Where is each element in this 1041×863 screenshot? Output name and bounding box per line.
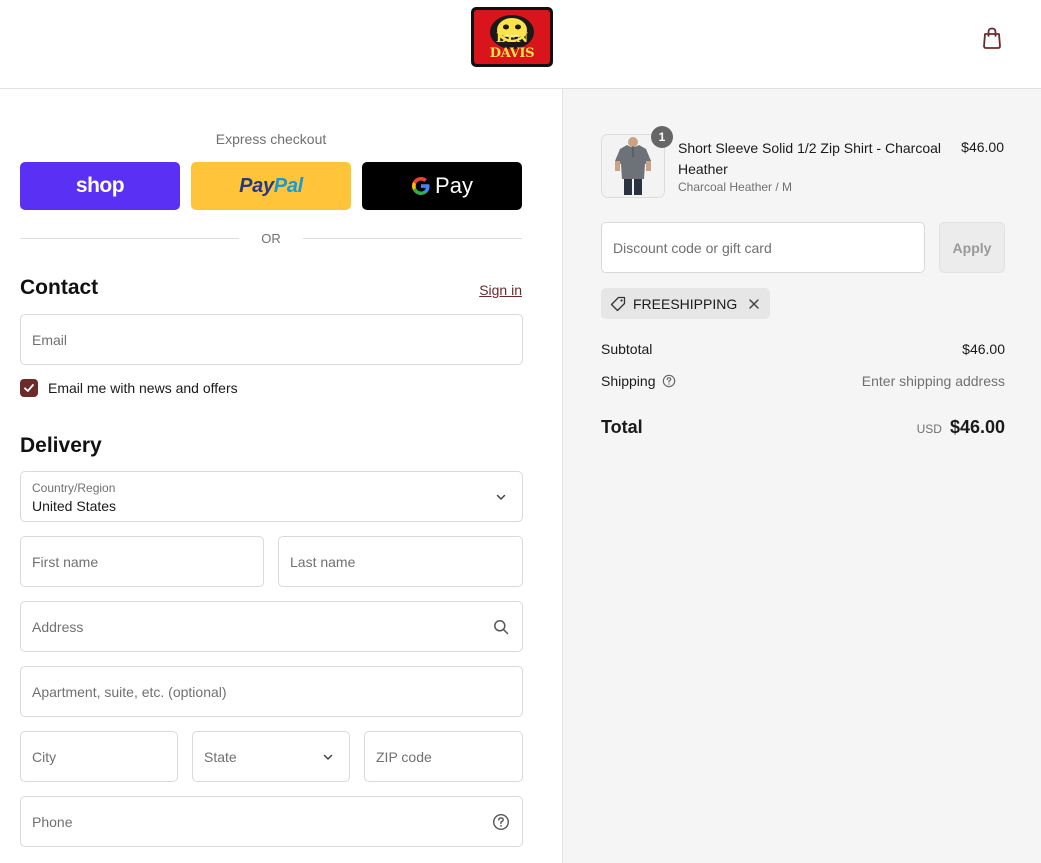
address-input[interactable] (32, 618, 511, 635)
state-select[interactable]: State (192, 731, 350, 782)
phone-input[interactable] (32, 813, 511, 830)
paypal-button[interactable]: PayPal (191, 162, 351, 210)
country-label: Country/Region (32, 481, 116, 495)
state-label: State (204, 748, 237, 765)
sign-in-link[interactable]: Sign in (479, 282, 522, 298)
total-value: $46.00 (949, 417, 1005, 437)
email-field[interactable] (20, 314, 523, 365)
subtotal-row: Subtotal $46.00 (601, 341, 1005, 357)
google-pay-button[interactable]: Pay (362, 162, 522, 210)
contact-heading: Contact (20, 276, 99, 299)
product-image: 1 (601, 126, 673, 198)
shopping-bag-icon[interactable] (981, 26, 1003, 50)
total-label: Total (601, 417, 643, 437)
zip-input[interactable] (376, 748, 511, 765)
currency-code: USD (916, 422, 942, 436)
checkmark-icon (24, 384, 34, 392)
shop-pay-button[interactable]: shop (20, 162, 180, 210)
newsletter-checkbox[interactable] (20, 379, 38, 397)
logo-badge: BEN DAVIS (474, 10, 550, 64)
product-name: Short Sleeve Solid 1/2 Zip Shirt - Charc… (678, 140, 942, 177)
subtotal-label: Subtotal (601, 341, 653, 357)
delivery-heading: Delivery (20, 434, 102, 457)
zip-field[interactable] (364, 731, 523, 782)
close-icon[interactable] (748, 298, 760, 310)
or-label: OR (261, 230, 281, 246)
or-divider: OR (20, 228, 522, 248)
search-icon[interactable] (492, 618, 510, 636)
help-circle-icon[interactable] (492, 813, 510, 831)
checkout-header: BEN DAVIS (0, 0, 1041, 89)
newsletter-checkbox-row[interactable]: Email me with news and offers (20, 379, 238, 397)
first-name-field[interactable] (20, 536, 264, 587)
applied-discount-code: FREESHIPPING (633, 295, 738, 312)
order-summary-column: 1 Short Sleeve Solid 1/2 Zip Shirt - Cha… (562, 89, 1041, 863)
product-price: $46.00 (961, 139, 1004, 155)
shipping-label: Shipping (601, 373, 656, 389)
ben-davis-logo[interactable]: BEN DAVIS (471, 7, 553, 67)
apartment-input[interactable] (32, 683, 511, 700)
logo-text: BEN DAVIS (489, 31, 535, 61)
tag-icon (610, 296, 626, 311)
last-name-field[interactable] (278, 536, 523, 587)
google-g-icon (412, 177, 430, 195)
shipping-value: Enter shipping address (861, 373, 1005, 389)
help-circle-icon[interactable] (662, 374, 676, 388)
shipping-row: Shipping Enter shipping address (601, 373, 1005, 389)
city-field[interactable] (20, 731, 178, 782)
express-checkout-label: Express checkout (215, 131, 327, 147)
checkout-form-column: Express checkout shop PayPal Pay OR Cont… (0, 89, 562, 863)
paypal-label: PayPal (239, 174, 303, 197)
chevron-down-icon (319, 748, 337, 766)
apartment-field[interactable] (20, 666, 523, 717)
subtotal-value: $46.00 (962, 341, 1005, 357)
apply-discount-button[interactable]: Apply (939, 222, 1005, 273)
shop-pay-label: shop (75, 174, 125, 197)
first-name-input[interactable] (32, 553, 252, 570)
discount-code-input[interactable] (613, 239, 913, 256)
last-name-input[interactable] (290, 553, 511, 570)
product-variant: Charcoal Heather / M (678, 180, 793, 194)
phone-field[interactable] (20, 796, 523, 847)
email-input[interactable] (32, 331, 511, 348)
newsletter-label: Email me with news and offers (48, 380, 238, 396)
discount-code-field[interactable] (601, 222, 925, 273)
country-value: United States (32, 498, 117, 514)
chevron-down-icon (492, 488, 510, 506)
applied-discount-tag: FREESHIPPING (601, 288, 771, 319)
quantity-badge: 1 (651, 126, 673, 148)
google-pay-label: Pay (435, 173, 473, 198)
address-field[interactable] (20, 601, 523, 652)
city-input[interactable] (32, 748, 166, 765)
total-row: Total USD $46.00 (601, 417, 1005, 438)
country-select[interactable]: Country/Region United States (20, 471, 523, 522)
